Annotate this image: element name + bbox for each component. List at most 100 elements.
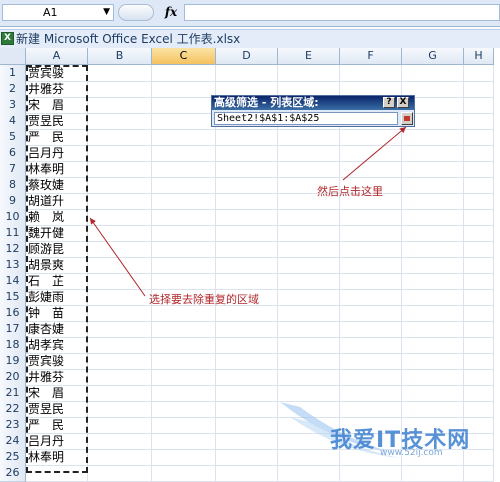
cell[interactable] [216, 433, 278, 450]
cell-a11[interactable]: 魏开健 [26, 225, 88, 242]
cell[interactable] [216, 465, 278, 482]
row-header[interactable]: 13 [0, 257, 26, 274]
row-header[interactable]: 3 [0, 97, 26, 114]
cell[interactable] [278, 209, 340, 226]
cell[interactable] [152, 353, 216, 370]
row-header[interactable]: 16 [0, 305, 26, 322]
cell[interactable] [216, 129, 278, 146]
column-header-e[interactable]: E [278, 48, 340, 65]
cell[interactable] [402, 449, 464, 466]
cell-a4[interactable]: 贾昱民 [26, 113, 88, 130]
cell[interactable] [464, 353, 494, 370]
cell[interactable] [464, 65, 494, 82]
cell[interactable] [278, 273, 340, 290]
cell[interactable] [152, 113, 216, 130]
row-header[interactable]: 21 [0, 385, 26, 402]
cell[interactable] [152, 209, 216, 226]
cell[interactable] [216, 65, 278, 82]
row-header[interactable]: 9 [0, 193, 26, 210]
cell[interactable] [88, 193, 152, 210]
column-header-h[interactable]: H [464, 48, 494, 65]
cell[interactable] [278, 449, 340, 466]
cell[interactable] [340, 305, 402, 322]
cell[interactable] [152, 337, 216, 354]
cell[interactable] [88, 129, 152, 146]
cell[interactable] [216, 449, 278, 466]
cell[interactable] [152, 369, 216, 386]
cell[interactable] [216, 369, 278, 386]
cell-a24[interactable]: 吕月丹 [26, 433, 88, 450]
cell[interactable] [340, 65, 402, 82]
cell[interactable] [340, 337, 402, 354]
cell[interactable] [88, 145, 152, 162]
cell[interactable] [464, 129, 494, 146]
cell[interactable] [88, 465, 152, 482]
row-header[interactable]: 7 [0, 161, 26, 178]
cell[interactable] [340, 321, 402, 338]
cell[interactable] [340, 209, 402, 226]
cell[interactable] [340, 241, 402, 258]
row-header[interactable]: 17 [0, 321, 26, 338]
cell-a18[interactable]: 胡孝宾 [26, 337, 88, 354]
cell[interactable] [152, 401, 216, 418]
cell[interactable] [278, 337, 340, 354]
cell[interactable] [88, 65, 152, 82]
cell[interactable] [152, 129, 216, 146]
close-button[interactable]: X [397, 97, 409, 108]
cell[interactable] [152, 97, 216, 114]
cell[interactable] [464, 113, 494, 130]
cell[interactable] [278, 65, 340, 82]
row-header[interactable]: 8 [0, 177, 26, 194]
cell[interactable] [216, 401, 278, 418]
cell[interactable] [88, 353, 152, 370]
row-header[interactable]: 10 [0, 209, 26, 226]
column-header-b[interactable]: B [88, 48, 152, 65]
cell[interactable] [152, 145, 216, 162]
cell[interactable] [340, 145, 402, 162]
row-header[interactable]: 1 [0, 65, 26, 82]
cell[interactable] [402, 225, 464, 242]
row-header[interactable]: 6 [0, 145, 26, 162]
cell[interactable] [152, 449, 216, 466]
row-header[interactable]: 24 [0, 433, 26, 450]
name-box[interactable]: A1 ▼ [2, 4, 114, 21]
cell[interactable] [402, 145, 464, 162]
cell[interactable] [402, 337, 464, 354]
expand-dialog-button[interactable] [401, 112, 413, 125]
cell[interactable] [278, 321, 340, 338]
cell[interactable] [402, 417, 464, 434]
row-header[interactable]: 12 [0, 241, 26, 258]
cell-a21[interactable]: 宋 眉 [26, 385, 88, 402]
cell[interactable] [464, 401, 494, 418]
cell-a25[interactable]: 林奉明 [26, 449, 88, 466]
cell-a7[interactable]: 林奉明 [26, 161, 88, 178]
cell[interactable] [88, 241, 152, 258]
cell[interactable] [278, 465, 340, 482]
cell[interactable] [216, 385, 278, 402]
formula-bar-buttons[interactable] [118, 4, 154, 21]
cell[interactable] [464, 369, 494, 386]
cell-a23[interactable]: 严 民 [26, 417, 88, 434]
row-header[interactable]: 5 [0, 129, 26, 146]
cell[interactable] [402, 401, 464, 418]
column-header-d[interactable]: D [216, 48, 278, 65]
cell[interactable] [152, 257, 216, 274]
cell-a1[interactable]: 贾宾骏 [26, 65, 88, 82]
cell[interactable] [88, 209, 152, 226]
column-header-f[interactable]: F [340, 48, 402, 65]
cell[interactable] [402, 241, 464, 258]
cell[interactable] [88, 177, 152, 194]
cell[interactable] [402, 289, 464, 306]
cell[interactable] [152, 465, 216, 482]
cell[interactable] [152, 305, 216, 322]
row-header[interactable]: 18 [0, 337, 26, 354]
cell[interactable] [402, 161, 464, 178]
column-header-g[interactable]: G [402, 48, 464, 65]
cell[interactable] [152, 241, 216, 258]
cell[interactable] [402, 193, 464, 210]
cell[interactable] [402, 321, 464, 338]
cell[interactable] [402, 273, 464, 290]
cell[interactable] [216, 273, 278, 290]
cell[interactable] [88, 97, 152, 114]
cell[interactable] [464, 385, 494, 402]
